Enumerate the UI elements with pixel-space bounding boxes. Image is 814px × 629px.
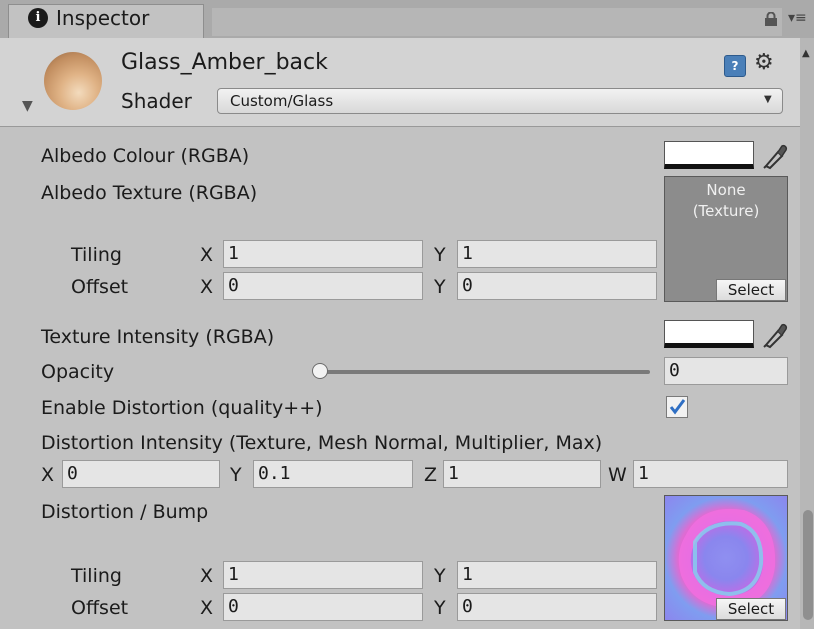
opacity-label: Opacity <box>41 361 115 383</box>
info-icon: i <box>28 8 48 28</box>
dist-y-label: Y <box>230 464 242 486</box>
albedo-tiling-x-label: X <box>200 244 214 266</box>
albedo-tiling-y-label: Y <box>434 244 446 266</box>
texture-none-label: None <box>706 181 746 199</box>
scroll-thumb[interactable] <box>803 510 813 620</box>
albedo-offset-label: Offset <box>71 276 129 298</box>
lock-icon[interactable] <box>764 12 778 26</box>
help-book-icon[interactable]: ? <box>724 55 746 77</box>
albedo-tiling-y-field[interactable]: 1 <box>457 240 657 268</box>
opacity-slider-thumb[interactable] <box>312 363 328 379</box>
eyedropper-icon[interactable] <box>760 140 788 170</box>
albedo-offset-x-field[interactable]: 0 <box>223 272 423 300</box>
opacity-slider-track[interactable] <box>318 370 650 374</box>
distortion-bump-label: Distortion / Bump <box>41 501 209 523</box>
enable-distortion-label: Enable Distortion (quality++) <box>41 397 323 419</box>
bump-tiling-label: Tiling <box>71 565 122 587</box>
albedo-texture-label: Albedo Texture (RGBA) <box>41 182 258 204</box>
checkmark-icon <box>669 399 686 415</box>
bump-offset-x-field[interactable]: 0 <box>223 593 423 621</box>
bump-offset-x-label: X <box>200 597 214 619</box>
albedo-offset-x-label: X <box>200 276 214 298</box>
dist-z-field[interactable]: 1 <box>443 460 601 488</box>
albedo-tiling-x-field[interactable]: 1 <box>223 240 423 268</box>
albedo-colour-swatch[interactable] <box>664 141 754 169</box>
gear-icon[interactable]: ⚙ <box>754 50 774 75</box>
bump-tiling-x-label: X <box>200 565 214 587</box>
eyedropper-icon[interactable] <box>760 319 788 349</box>
texture-intensity-label: Texture Intensity (RGBA) <box>41 326 275 348</box>
enable-distortion-checkbox[interactable] <box>666 396 688 418</box>
dist-z-label: Z <box>424 464 438 486</box>
bump-tiling-y-label: Y <box>434 565 446 587</box>
chevron-down-icon: ▼ <box>764 94 772 105</box>
albedo-select-button[interactable]: Select <box>716 279 786 301</box>
opacity-field[interactable]: 0 <box>664 357 788 385</box>
dist-x-label: X <box>41 464 55 486</box>
albedo-tiling-label: Tiling <box>71 244 122 266</box>
material-preview-icon <box>44 52 102 110</box>
bump-tiling-y-field[interactable]: 1 <box>457 561 657 589</box>
albedo-offset-y-field[interactable]: 0 <box>457 272 657 300</box>
bump-offset-y-label: Y <box>434 597 446 619</box>
dist-x-field[interactable]: 0 <box>62 460 220 488</box>
bump-select-button[interactable]: Select <box>716 598 786 620</box>
material-name: Glass_Amber_back <box>121 50 328 75</box>
scroll-up-icon[interactable]: ▲ <box>802 48 810 59</box>
distortion-intensity-label: Distortion Intensity (Texture, Mesh Norm… <box>41 432 603 454</box>
texture-intensity-swatch[interactable] <box>664 320 754 348</box>
tab-label: Inspector <box>56 6 150 30</box>
bump-offset-y-field[interactable]: 0 <box>457 593 657 621</box>
dist-y-field[interactable]: 0.1 <box>253 460 413 488</box>
shader-label: Shader <box>121 89 192 113</box>
dist-w-field[interactable]: 1 <box>633 460 788 488</box>
albedo-colour-label: Albedo Colour (RGBA) <box>41 145 250 167</box>
dist-w-label: W <box>608 464 627 486</box>
bump-tiling-x-field[interactable]: 1 <box>223 561 423 589</box>
bump-offset-label: Offset <box>71 597 129 619</box>
tab-bar-background <box>212 8 782 36</box>
texture-type-label: (Texture) <box>692 202 760 220</box>
foldout-arrow-icon[interactable]: ▼ <box>22 98 33 114</box>
albedo-offset-y-label: Y <box>434 276 446 298</box>
shader-value: Custom/Glass <box>230 92 334 110</box>
menu-icon[interactable]: ▾≡ <box>788 10 807 26</box>
